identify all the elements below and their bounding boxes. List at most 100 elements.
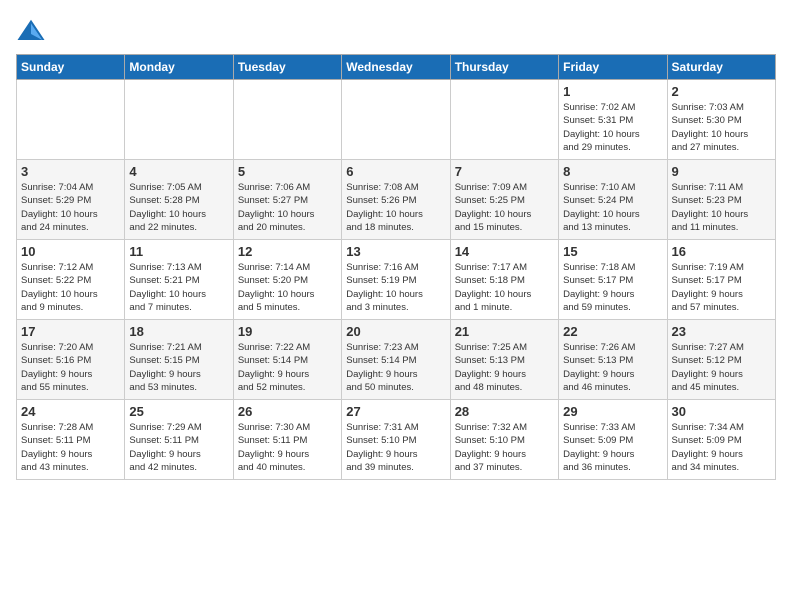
day-cell: 17 Sunrise: 7:20 AM Sunset: 5:16 PM Dayli… [17,320,125,400]
day-detail: Sunrise: 7:16 AM Sunset: 5:19 PM Dayligh… [346,261,445,314]
day-number: 19 [238,324,337,339]
header-row: SundayMondayTuesdayWednesdayThursdayFrid… [17,55,776,80]
day-number: 28 [455,404,554,419]
day-number: 24 [21,404,120,419]
day-number: 17 [21,324,120,339]
day-detail: Sunrise: 7:25 AM Sunset: 5:13 PM Dayligh… [455,341,554,394]
day-detail: Sunrise: 7:30 AM Sunset: 5:11 PM Dayligh… [238,421,337,474]
day-number: 6 [346,164,445,179]
day-number: 5 [238,164,337,179]
day-number: 9 [672,164,771,179]
day-detail: Sunrise: 7:27 AM Sunset: 5:12 PM Dayligh… [672,341,771,394]
day-detail: Sunrise: 7:26 AM Sunset: 5:13 PM Dayligh… [563,341,662,394]
day-cell: 8 Sunrise: 7:10 AM Sunset: 5:24 PM Daylig… [559,160,667,240]
day-detail: Sunrise: 7:17 AM Sunset: 5:18 PM Dayligh… [455,261,554,314]
day-detail: Sunrise: 7:09 AM Sunset: 5:25 PM Dayligh… [455,181,554,234]
day-number: 15 [563,244,662,259]
day-number: 16 [672,244,771,259]
day-cell: 27 Sunrise: 7:31 AM Sunset: 5:10 PM Dayli… [342,400,450,480]
day-header-thursday: Thursday [450,55,558,80]
day-cell [17,80,125,160]
day-detail: Sunrise: 7:18 AM Sunset: 5:17 PM Dayligh… [563,261,662,314]
day-detail: Sunrise: 7:32 AM Sunset: 5:10 PM Dayligh… [455,421,554,474]
day-cell: 21 Sunrise: 7:25 AM Sunset: 5:13 PM Dayli… [450,320,558,400]
week-row-4: 17 Sunrise: 7:20 AM Sunset: 5:16 PM Dayli… [17,320,776,400]
day-number: 8 [563,164,662,179]
day-detail: Sunrise: 7:22 AM Sunset: 5:14 PM Dayligh… [238,341,337,394]
day-detail: Sunrise: 7:12 AM Sunset: 5:22 PM Dayligh… [21,261,120,314]
day-cell: 19 Sunrise: 7:22 AM Sunset: 5:14 PM Dayli… [233,320,341,400]
day-cell: 9 Sunrise: 7:11 AM Sunset: 5:23 PM Daylig… [667,160,775,240]
day-detail: Sunrise: 7:19 AM Sunset: 5:17 PM Dayligh… [672,261,771,314]
day-cell [125,80,233,160]
day-cell [233,80,341,160]
day-header-monday: Monday [125,55,233,80]
day-number: 3 [21,164,120,179]
day-detail: Sunrise: 7:10 AM Sunset: 5:24 PM Dayligh… [563,181,662,234]
day-cell: 2 Sunrise: 7:03 AM Sunset: 5:30 PM Daylig… [667,80,775,160]
day-cell: 5 Sunrise: 7:06 AM Sunset: 5:27 PM Daylig… [233,160,341,240]
day-cell: 13 Sunrise: 7:16 AM Sunset: 5:19 PM Dayli… [342,240,450,320]
day-cell: 28 Sunrise: 7:32 AM Sunset: 5:10 PM Dayli… [450,400,558,480]
day-cell: 3 Sunrise: 7:04 AM Sunset: 5:29 PM Daylig… [17,160,125,240]
day-detail: Sunrise: 7:33 AM Sunset: 5:09 PM Dayligh… [563,421,662,474]
day-detail: Sunrise: 7:02 AM Sunset: 5:31 PM Dayligh… [563,101,662,154]
week-row-1: 1 Sunrise: 7:02 AM Sunset: 5:31 PM Daylig… [17,80,776,160]
day-cell: 16 Sunrise: 7:19 AM Sunset: 5:17 PM Dayli… [667,240,775,320]
day-cell: 12 Sunrise: 7:14 AM Sunset: 5:20 PM Dayli… [233,240,341,320]
day-detail: Sunrise: 7:06 AM Sunset: 5:27 PM Dayligh… [238,181,337,234]
day-header-wednesday: Wednesday [342,55,450,80]
day-number: 2 [672,84,771,99]
day-number: 12 [238,244,337,259]
day-number: 18 [129,324,228,339]
week-row-3: 10 Sunrise: 7:12 AM Sunset: 5:22 PM Dayli… [17,240,776,320]
day-detail: Sunrise: 7:20 AM Sunset: 5:16 PM Dayligh… [21,341,120,394]
logo-icon [16,16,46,46]
day-number: 13 [346,244,445,259]
day-number: 1 [563,84,662,99]
day-number: 11 [129,244,228,259]
day-detail: Sunrise: 7:34 AM Sunset: 5:09 PM Dayligh… [672,421,771,474]
day-cell [342,80,450,160]
day-detail: Sunrise: 7:14 AM Sunset: 5:20 PM Dayligh… [238,261,337,314]
day-detail: Sunrise: 7:28 AM Sunset: 5:11 PM Dayligh… [21,421,120,474]
day-cell: 29Sunrise: 7:33 AM Sunset: 5:09 PM Dayli… [559,400,667,480]
day-detail: Sunrise: 7:31 AM Sunset: 5:10 PM Dayligh… [346,421,445,474]
day-cell: 18 Sunrise: 7:21 AM Sunset: 5:15 PM Dayli… [125,320,233,400]
day-detail: Sunrise: 7:11 AM Sunset: 5:23 PM Dayligh… [672,181,771,234]
day-cell: 4 Sunrise: 7:05 AM Sunset: 5:28 PM Daylig… [125,160,233,240]
logo [16,16,50,46]
day-number: 10 [21,244,120,259]
day-detail: Sunrise: 7:04 AM Sunset: 5:29 PM Dayligh… [21,181,120,234]
day-cell [450,80,558,160]
calendar-table: SundayMondayTuesdayWednesdayThursdayFrid… [16,54,776,480]
day-detail: Sunrise: 7:29 AM Sunset: 5:11 PM Dayligh… [129,421,228,474]
day-cell: 25 Sunrise: 7:29 AM Sunset: 5:11 PM Dayli… [125,400,233,480]
day-cell: 11 Sunrise: 7:13 AM Sunset: 5:21 PM Dayli… [125,240,233,320]
day-cell: 20Sunrise: 7:23 AM Sunset: 5:14 PM Dayli… [342,320,450,400]
day-number: 21 [455,324,554,339]
day-detail: Sunrise: 7:03 AM Sunset: 5:30 PM Dayligh… [672,101,771,154]
day-detail: Sunrise: 7:13 AM Sunset: 5:21 PM Dayligh… [129,261,228,314]
day-number: 30 [672,404,771,419]
day-number: 26 [238,404,337,419]
day-detail: Sunrise: 7:23 AM Sunset: 5:14 PM Dayligh… [346,341,445,394]
day-cell: 14Sunrise: 7:17 AM Sunset: 5:18 PM Dayli… [450,240,558,320]
day-cell: 26 Sunrise: 7:30 AM Sunset: 5:11 PM Dayli… [233,400,341,480]
day-number: 25 [129,404,228,419]
day-header-saturday: Saturday [667,55,775,80]
day-number: 23 [672,324,771,339]
day-detail: Sunrise: 7:21 AM Sunset: 5:15 PM Dayligh… [129,341,228,394]
page-header [16,16,776,46]
day-cell: 6 Sunrise: 7:08 AM Sunset: 5:26 PM Daylig… [342,160,450,240]
day-header-tuesday: Tuesday [233,55,341,80]
day-number: 4 [129,164,228,179]
day-detail: Sunrise: 7:08 AM Sunset: 5:26 PM Dayligh… [346,181,445,234]
day-cell: 1 Sunrise: 7:02 AM Sunset: 5:31 PM Daylig… [559,80,667,160]
day-number: 27 [346,404,445,419]
week-row-2: 3 Sunrise: 7:04 AM Sunset: 5:29 PM Daylig… [17,160,776,240]
day-cell: 30 Sunrise: 7:34 AM Sunset: 5:09 PM Dayli… [667,400,775,480]
day-cell: 7Sunrise: 7:09 AM Sunset: 5:25 PM Daylig… [450,160,558,240]
day-cell: 24 Sunrise: 7:28 AM Sunset: 5:11 PM Dayli… [17,400,125,480]
day-detail: Sunrise: 7:05 AM Sunset: 5:28 PM Dayligh… [129,181,228,234]
